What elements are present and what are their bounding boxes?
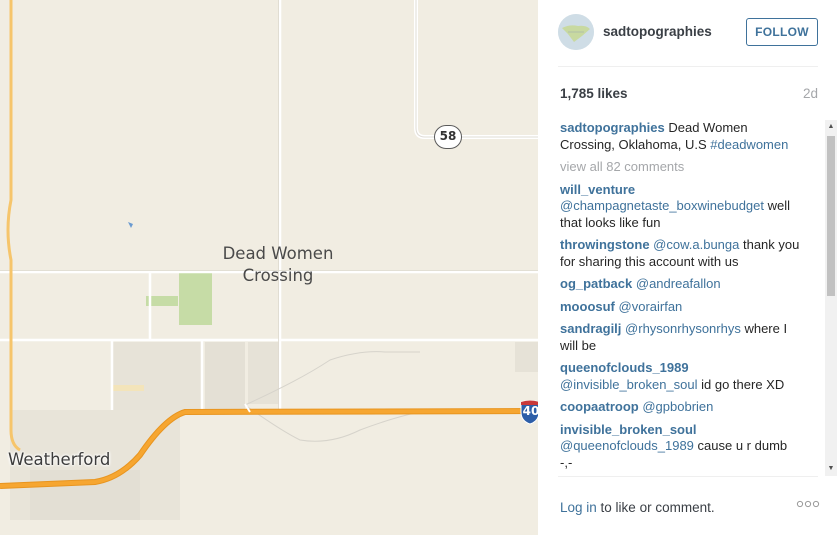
route-58-shield: 58 [434, 125, 462, 149]
scroll-down-arrow-icon[interactable]: ▼ [825, 462, 837, 476]
town-label: Weatherford [8, 450, 111, 469]
more-options-icon[interactable] [796, 500, 820, 514]
comment-mention[interactable]: @queenofclouds_1989 [560, 438, 694, 453]
comment-item: mooosuf @vorairfan [560, 299, 800, 316]
post-author-username[interactable]: sadtopographies [603, 24, 712, 39]
caption-username[interactable]: sadtopographies [560, 120, 665, 135]
place-label-line1: Dead Women [222, 244, 334, 263]
post-header: sadtopographies FOLLOW [558, 0, 818, 67]
comment-text: id go there XD [697, 376, 785, 392]
post-footer: Log in to like or comment. [558, 476, 820, 535]
comment-username[interactable]: invisible_broken_soul [560, 422, 697, 437]
login-link[interactable]: Log in [560, 500, 597, 515]
comment-item: will_venture @champagnetaste_boxwinebudg… [560, 182, 800, 232]
login-prompt: Log in to like or comment. [560, 500, 715, 515]
place-label-line2: Crossing [242, 266, 314, 285]
comment-item: coopaatroop @gpbobrien [560, 399, 800, 416]
interstate-number: 40 [522, 404, 538, 418]
comment-item: og_patback @andreafallon [560, 276, 800, 293]
comment-mention[interactable]: @andreafallon [636, 276, 721, 291]
avatar-map-icon [558, 14, 594, 50]
interstate-shield-icon: 40 [519, 399, 538, 425]
comment-mention[interactable]: @rhysonrhysonrhys [625, 321, 741, 336]
comments-list: sadtopographies Dead Women Crossing, Okl… [560, 120, 800, 476]
comment-username[interactable]: sandragilj [560, 321, 621, 336]
comment-item: invisible_broken_soul @queenofclouds_198… [560, 422, 800, 472]
comment-username[interactable]: coopaatroop [560, 399, 639, 414]
comment-item: sandragilj @rhysonrhysonrhys where I wil… [560, 321, 800, 354]
comment-item: throwingstone @cow.a.bunga thank you for… [560, 237, 800, 270]
comment-username[interactable]: queenofclouds_1989 [560, 360, 689, 375]
comment-mention[interactable]: @champagnetaste_boxwinebudget [560, 198, 764, 213]
comment-username[interactable]: og_patback [560, 276, 632, 291]
caption-hashtag[interactable]: #deadwomen [710, 137, 788, 152]
post-side-panel: sadtopographies FOLLOW 1,785 likes 2d sa… [538, 0, 837, 535]
comment-username[interactable]: mooosuf [560, 299, 615, 314]
likes-count[interactable]: 1,785 likes [560, 86, 628, 101]
avatar[interactable] [558, 14, 594, 50]
post-age[interactable]: 2d [803, 86, 818, 101]
view-all-comments-link[interactable]: view all 82 comments [560, 159, 800, 176]
comment-mention[interactable]: @vorairfan [619, 299, 683, 314]
comment-username[interactable]: throwingstone [560, 237, 650, 252]
comments-area[interactable]: sadtopographies Dead Women Crossing, Okl… [538, 120, 837, 476]
comment-mention[interactable]: @gpbobrien [642, 399, 713, 414]
comments-scrollbar[interactable]: ▲ ▼ [825, 120, 837, 476]
comment-mention[interactable]: @cow.a.bunga [653, 237, 739, 252]
comment-username[interactable]: will_venture [560, 182, 635, 197]
scroll-up-arrow-icon[interactable]: ▲ [825, 120, 837, 134]
post-stats: 1,785 likes 2d [560, 86, 818, 104]
scrollbar-thumb[interactable] [827, 136, 835, 296]
map-view[interactable]: Dead Women Crossing Weatherford 58 40 [0, 0, 538, 535]
comment-item: queenofclouds_1989 @invisible_broken_sou… [560, 360, 800, 393]
login-prompt-text: to like or comment. [596, 500, 715, 515]
place-label: Dead Women Crossing [200, 243, 356, 287]
comment-mention[interactable]: @invisible_broken_soul [560, 377, 698, 392]
caption: sadtopographies Dead Women Crossing, Okl… [560, 120, 800, 153]
follow-button[interactable]: FOLLOW [746, 18, 818, 46]
